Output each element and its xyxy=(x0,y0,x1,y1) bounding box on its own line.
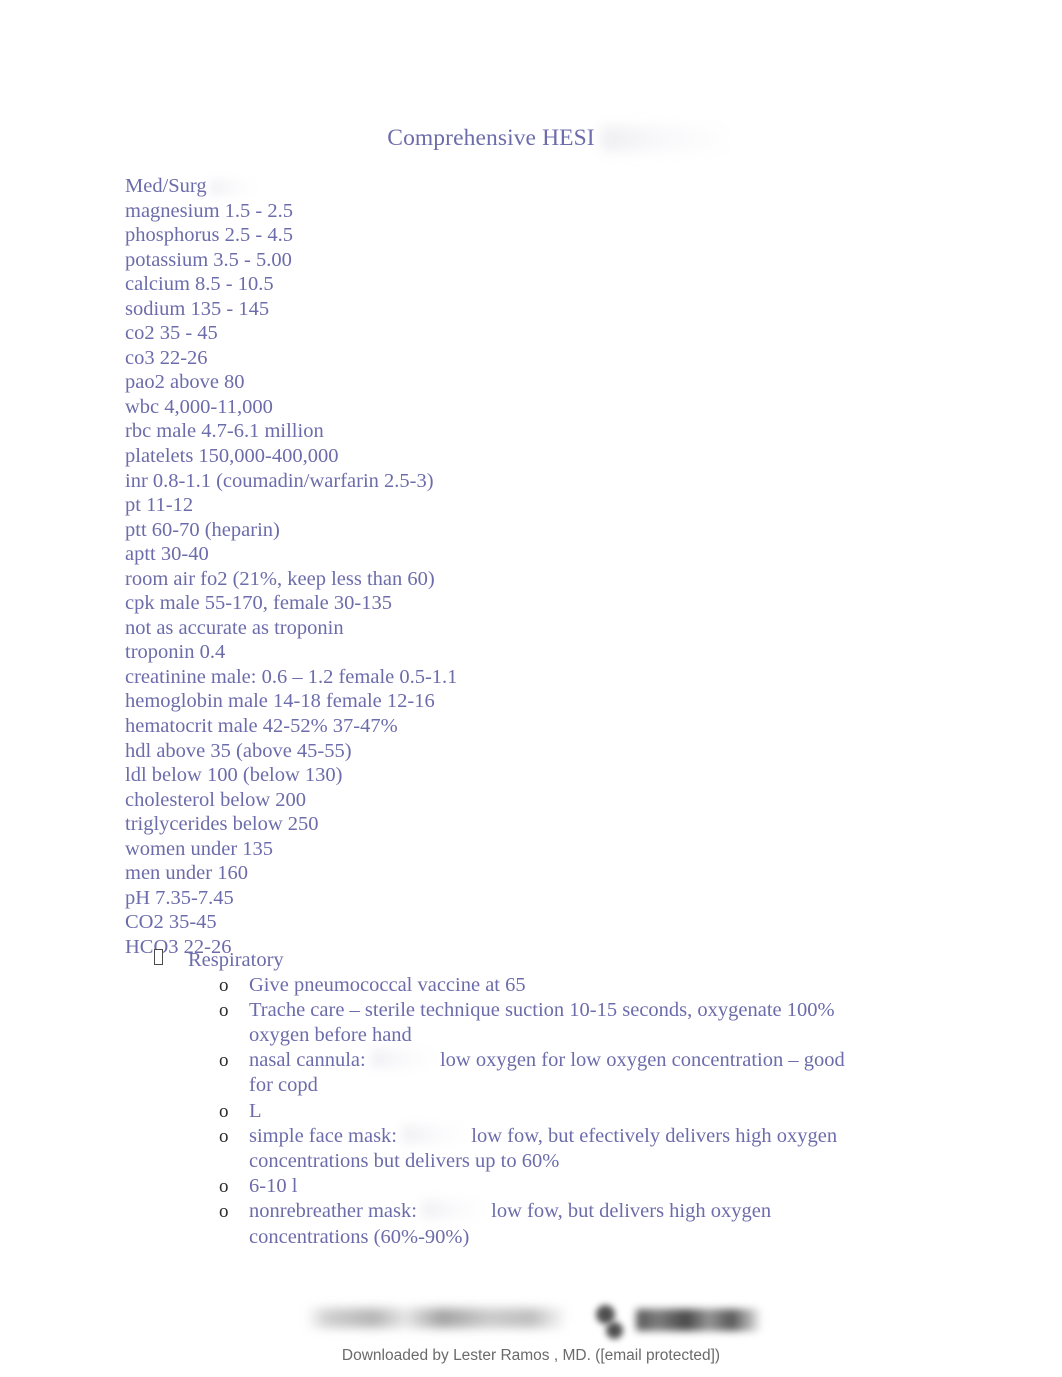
lab-line: room air fo2 (21%, keep less than 60) xyxy=(125,567,435,590)
lab-line: potassium 3.5 - 5.00 xyxy=(125,248,292,271)
lab-line: phosphorus 2.5 - 4.5 xyxy=(125,224,293,247)
footer-watermark xyxy=(306,1298,766,1346)
outline-item: o Trache care – sterile technique suctio… xyxy=(0,998,1062,1048)
lab-line: inr 0.8-1.1 (coumadin/warfarin 2.5-3) xyxy=(125,469,434,492)
lab-line: women under 135 xyxy=(125,837,274,860)
outline-item: o 6-10 l xyxy=(0,1174,1062,1199)
inline-redaction-blur xyxy=(422,1216,486,1217)
circle-bullet-icon: o xyxy=(219,1176,229,1198)
outline-item: o simple face mask: low fow, but efectiv… xyxy=(0,1124,1062,1174)
inline-redaction-blur xyxy=(402,1141,466,1142)
watermark-logo-icon xyxy=(592,1300,636,1344)
circle-bullet-icon: o xyxy=(219,1125,229,1147)
lab-line: cpk male 55-170, female 30-135 xyxy=(125,592,392,615)
document-title-inner: Comprehensive HESI xyxy=(387,124,729,152)
lab-line: ldl below 100 (below 130) xyxy=(125,764,343,787)
outline-item-text-before: nonrebreather mask: xyxy=(249,1200,417,1223)
outline-item: o Give pneumococcal vaccine at 65 xyxy=(0,973,1062,998)
outline-section-respiratory: Respiratory xyxy=(0,948,1062,973)
lab-line: hematocrit male 42-52% 37-47% xyxy=(125,715,398,738)
circle-bullet-icon: o xyxy=(219,974,229,996)
outline-item-text: Give pneumococcal vaccine at 65 xyxy=(249,973,526,996)
lab-line: co2 35 - 45 xyxy=(125,322,218,345)
lab-line: magnesium 1.5 - 2.5 xyxy=(125,199,293,222)
respiratory-outline: Respiratory o Give pneumococcal vaccine … xyxy=(0,948,1062,1250)
circle-bullet-icon: o xyxy=(219,1201,229,1223)
outline-item: o nasal cannula: low oxygen for low oxyg… xyxy=(0,1048,1062,1098)
lab-line: calcium 8.5 - 10.5 xyxy=(125,273,274,296)
watermark-text-blur xyxy=(306,1308,568,1328)
lab-line: pt 11-12 xyxy=(125,494,194,517)
document-page: Comprehensive HESI Med/Surg magnesium 1.… xyxy=(0,0,1062,1377)
lab-line: co3 22-26 xyxy=(125,346,208,369)
lab-line: troponin 0.4 xyxy=(125,641,226,664)
lab-line: pH 7.35-7.45 xyxy=(125,886,234,909)
outline-item-text: Trache care – sterile technique suction … xyxy=(249,998,835,1046)
lab-line: wbc 4,000-11,000 xyxy=(125,395,273,418)
outline-item: o L xyxy=(0,1099,1062,1124)
missing-glyph-bullet-icon xyxy=(154,949,163,965)
circle-bullet-icon: o xyxy=(219,1050,229,1072)
lab-values-heading: Med/Surg xyxy=(125,174,258,199)
outline-section-label: Respiratory xyxy=(188,949,284,971)
outline-item-text: 6-10 l xyxy=(249,1175,298,1198)
document-title: Comprehensive HESI xyxy=(0,124,1062,152)
lab-line: platelets 150,000-400,000 xyxy=(125,445,339,468)
footer-attribution: Downloaded by Lester Ramos , MD. ([email… xyxy=(341,1347,721,1364)
lab-values-list: Med/Surg magnesium 1.5 - 2.5 phosphorus … xyxy=(125,174,945,960)
lab-line: creatinine male: 0.6 – 1.2 female 0.5-1.… xyxy=(125,665,458,688)
outline-item-text-before: simple face mask: xyxy=(249,1124,398,1147)
outline-item-text: L xyxy=(249,1099,262,1122)
lab-line: sodium 135 - 145 xyxy=(125,297,270,320)
circle-bullet-icon: o xyxy=(219,999,229,1021)
outline-item-text-before: nasal cannula: xyxy=(249,1049,366,1072)
outline-item: o nonrebreather mask: low fow, but deliv… xyxy=(0,1199,1062,1249)
heading-redaction-blur xyxy=(209,179,258,196)
title-redaction-blur xyxy=(600,126,729,152)
lab-line: hemoglobin male 14-18 female 12-16 xyxy=(125,690,435,713)
lab-line: men under 160 xyxy=(125,862,248,885)
lab-line: CO2 35-45 xyxy=(125,911,217,934)
lab-line: not as accurate as troponin xyxy=(125,616,344,639)
lab-line: rbc male 4.7-6.1 million xyxy=(125,420,324,443)
lab-line: cholesterol below 200 xyxy=(125,788,307,811)
circle-bullet-icon: o xyxy=(219,1100,229,1122)
document-title-text: Comprehensive HESI xyxy=(387,125,595,151)
watermark-wordmark-blur xyxy=(636,1309,762,1331)
lab-line: ptt 60-70 (heparin) xyxy=(125,518,280,541)
lab-values-heading-text: Med/Surg xyxy=(125,175,207,197)
lab-line: hdl above 35 (above 45-55) xyxy=(125,739,352,762)
lab-line: aptt 30-40 xyxy=(125,543,209,566)
inline-redaction-blur xyxy=(371,1065,435,1066)
lab-line: pao2 above 80 xyxy=(125,371,245,394)
lab-line: triglycerides below 250 xyxy=(125,813,319,836)
